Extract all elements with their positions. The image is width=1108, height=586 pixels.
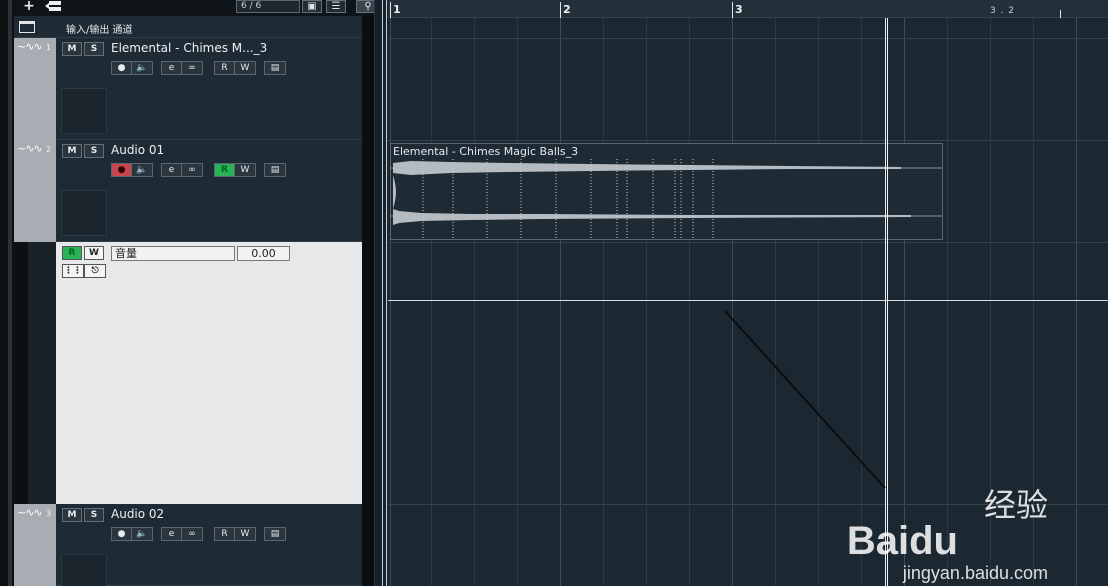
read-automation-button[interactable]: R xyxy=(215,164,235,176)
edit-link-group: e ∞ xyxy=(161,163,203,177)
read-automation-button[interactable]: R xyxy=(215,62,235,74)
monitor-icon[interactable]: 🔈 xyxy=(132,528,152,540)
automation-mute-icon[interactable]: ⋮⋮ xyxy=(62,264,84,278)
track-name[interactable]: Audio 02 xyxy=(111,507,164,521)
edit-link-group: e ∞ xyxy=(161,527,203,541)
lanes-group: ▤ xyxy=(264,163,286,177)
read-write-group: R W xyxy=(214,163,256,177)
io-channel-label: 输入/输出 通道 xyxy=(66,25,133,36)
monitor-icon[interactable]: 🔈 xyxy=(132,62,152,74)
io-channel-row[interactable]: 输入/输出 通道 xyxy=(14,16,374,38)
audio-waveform-icon: ~∿∿ xyxy=(17,40,43,53)
track-number: 2 xyxy=(46,145,52,154)
track-color-strip[interactable]: ~∿∿ 3 xyxy=(14,504,56,586)
read-write-group: R W xyxy=(214,61,256,75)
track-list: 输入/输出 通道 ~∿∿ 1 M S Elemental - Chimes M.… xyxy=(14,16,374,586)
automation-parameter-select[interactable]: 音量 xyxy=(111,246,235,261)
track-number: 3 xyxy=(46,509,52,518)
lanes-group: ▤ xyxy=(264,527,286,541)
track-name[interactable]: Elemental - Chimes M..._3 xyxy=(111,41,267,55)
folder-icon xyxy=(19,21,35,33)
project-left-border xyxy=(382,0,387,586)
monitor-icon[interactable]: 🔈 xyxy=(132,164,152,176)
lanes-icon[interactable]: ▤ xyxy=(265,528,285,540)
automation-lane[interactable]: R W 音量 0.00 ⋮⋮ ⎋ xyxy=(14,242,362,504)
solo-button[interactable]: S xyxy=(84,144,104,158)
image-toggle-icon[interactable]: ▣ xyxy=(302,0,322,13)
write-automation-button[interactable]: W xyxy=(235,62,255,74)
track-color-strip[interactable]: ~∿∿ 1 xyxy=(14,38,56,140)
track-picture xyxy=(61,554,107,586)
track-counter[interactable]: 6 / 6 xyxy=(236,0,300,13)
lock-icon[interactable]: ⎋ xyxy=(84,264,106,278)
automation-value-field[interactable]: 0.00 xyxy=(237,246,290,261)
track-color-strip[interactable]: ~∿∿ 2 xyxy=(14,140,56,242)
track-row[interactable]: ~∿∿ 1 M S Elemental - Chimes M..._3 ● 🔈 … xyxy=(14,38,362,140)
automation-lane-panel: R W 音量 0.00 ⋮⋮ ⎋ xyxy=(56,242,362,504)
bar-tick xyxy=(390,2,391,18)
track-toolbar: + 6 / 6 ▣ ☰ ⚲ xyxy=(14,0,380,16)
link-icon[interactable]: ∞ xyxy=(182,164,202,176)
record-enable-icon[interactable]: ● xyxy=(112,528,132,540)
watermark-url: jingyan.baidu.com xyxy=(902,563,1048,583)
solo-button[interactable]: S xyxy=(84,508,104,522)
lanes-icon[interactable]: ▤ xyxy=(265,164,285,176)
lanes-group: ▤ xyxy=(264,61,286,75)
bar-tick xyxy=(560,2,561,18)
bar-label: 3 xyxy=(735,3,743,16)
track-picture xyxy=(61,190,107,236)
record-monitor-group: ● 🔈 xyxy=(111,527,153,541)
track-name[interactable]: Audio 01 xyxy=(111,143,164,157)
automation-read-button[interactable]: R xyxy=(62,246,82,260)
record-monitor-group: ● 🔈 xyxy=(111,163,153,177)
track-picture xyxy=(61,88,107,134)
timeline-ruler[interactable]: 1 2 3 3 . 2 xyxy=(388,0,1108,18)
mute-button[interactable]: M xyxy=(62,42,82,56)
add-track-button[interactable]: + xyxy=(22,0,36,14)
track-row[interactable]: ~∿∿ 2 M S Audio 01 ● 🔈 e ∞ R W ▤ xyxy=(14,140,362,242)
record-monitor-group: ● 🔈 xyxy=(111,61,153,75)
watermark-logo: Baidu xyxy=(846,519,958,563)
read-write-group: R W xyxy=(214,527,256,541)
list-icon[interactable]: ☰ xyxy=(326,0,346,13)
edit-icon[interactable]: e xyxy=(162,62,182,74)
mute-button[interactable]: M xyxy=(62,508,82,522)
record-enable-icon[interactable]: ● xyxy=(112,62,132,74)
record-enable-icon[interactable]: ● xyxy=(112,164,132,176)
lanes-icon[interactable]: ▤ xyxy=(265,62,285,74)
edit-icon[interactable]: e xyxy=(162,164,182,176)
link-icon[interactable]: ∞ xyxy=(182,62,202,74)
automation-write-button[interactable]: W xyxy=(84,246,104,260)
track-options-icon xyxy=(45,1,61,11)
link-icon[interactable]: ∞ xyxy=(182,528,202,540)
solo-button[interactable]: S xyxy=(84,42,104,56)
bar-label: 1 xyxy=(393,3,401,16)
write-automation-button[interactable]: W xyxy=(235,164,255,176)
mute-button[interactable]: M xyxy=(62,144,82,158)
bar-label: 2 xyxy=(563,3,571,16)
edit-link-group: e ∞ xyxy=(161,61,203,75)
write-automation-button[interactable]: W xyxy=(235,528,255,540)
bar-tick xyxy=(732,2,733,18)
track-number: 1 xyxy=(46,43,52,52)
left-rail xyxy=(0,0,14,586)
track-options-button[interactable] xyxy=(44,0,62,14)
audio-waveform-icon: ~∿∿ xyxy=(17,142,43,155)
read-automation-button[interactable]: R xyxy=(215,528,235,540)
tracklist-scrollbar[interactable] xyxy=(362,16,374,586)
track-row[interactable]: ~∿∿ 3 M S Audio 02 ● 🔈 e ∞ R W ▤ xyxy=(14,504,362,586)
audio-waveform-icon: ~∿∿ xyxy=(17,506,43,519)
sub-beat-label: 3 . 2 xyxy=(990,6,1016,16)
edit-icon[interactable]: e xyxy=(162,528,182,540)
watermark-cn: 经验 xyxy=(983,486,1048,524)
